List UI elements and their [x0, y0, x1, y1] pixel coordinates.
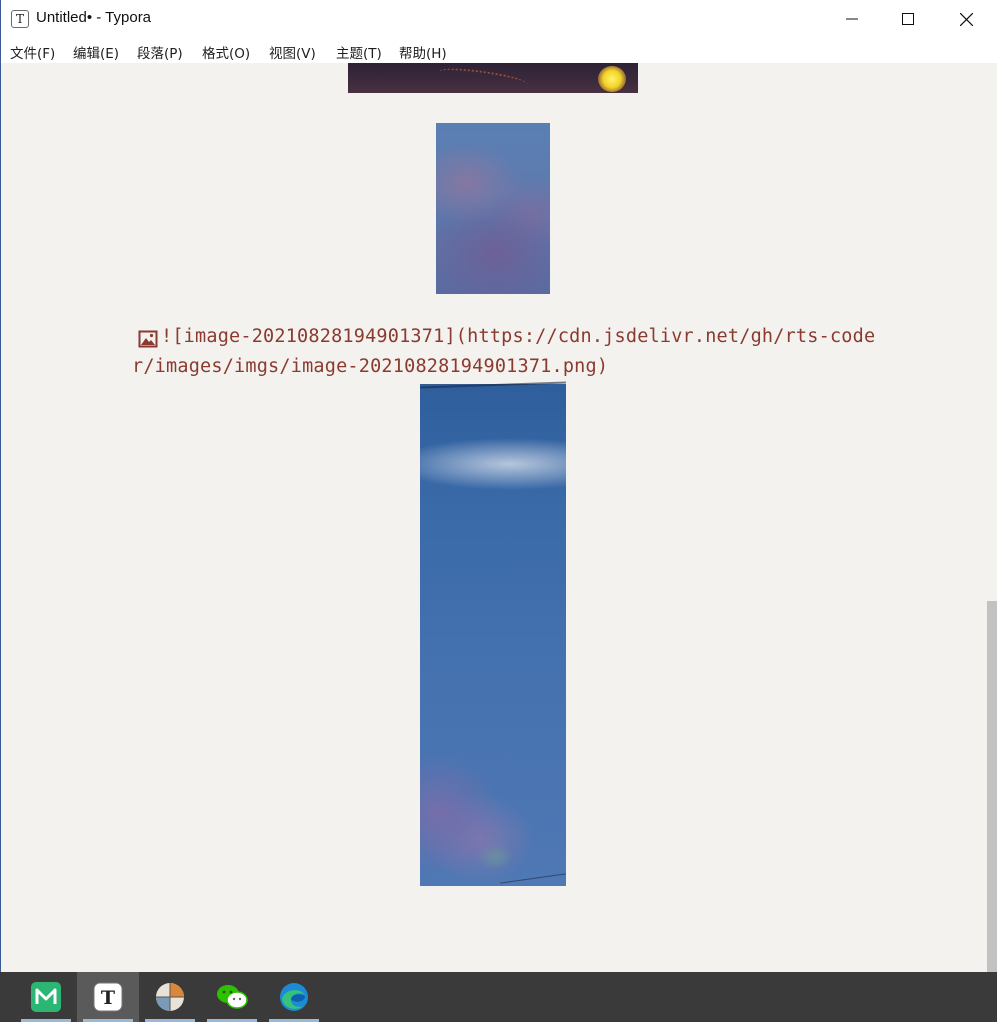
svg-text:T: T: [101, 987, 115, 1009]
menu-file[interactable]: 文件(F): [10, 42, 55, 62]
markdown-image-source-line-2[interactable]: r/images/imgs/image-20210828194901371.pn…: [132, 356, 608, 377]
editor-content[interactable]: ![image-20210828194901371](https://cdn.j…: [1, 63, 986, 972]
typora-window: T Untitled• - Typora 文件(F) 编辑(E) 段落(P) 格…: [0, 0, 997, 972]
maximize-icon: [902, 13, 914, 25]
mindmaster-icon: [31, 982, 61, 1012]
wechat-icon: [217, 985, 248, 1009]
taskbar: T: [0, 972, 997, 1022]
taskbar-wechat[interactable]: [201, 972, 263, 1022]
taskbar-typora[interactable]: T: [77, 972, 139, 1022]
embedded-image-clouds[interactable]: [436, 123, 550, 294]
embedded-image-sunset[interactable]: [348, 63, 638, 93]
window-title: Untitled• - Typora: [36, 9, 152, 26]
embedded-image-sky[interactable]: [420, 381, 566, 886]
title-bar[interactable]: T Untitled• - Typora: [1, 0, 997, 38]
typora-app-icon: T: [11, 10, 29, 28]
taskbar-mindmaster[interactable]: [15, 972, 77, 1022]
menu-format[interactable]: 格式(O): [202, 42, 250, 62]
menu-view[interactable]: 视图(V): [269, 42, 316, 62]
close-button[interactable]: [937, 0, 995, 38]
close-icon: [959, 12, 973, 26]
maximize-button[interactable]: [879, 0, 937, 38]
edge-icon: [280, 983, 308, 1011]
menu-edit[interactable]: 编辑(E): [73, 42, 119, 62]
photo-app-icon: [156, 983, 184, 1011]
menu-paragraph[interactable]: 段落(P): [137, 42, 183, 62]
taskbar-photo-app[interactable]: [139, 972, 201, 1022]
minimize-button[interactable]: [823, 0, 881, 38]
menu-bar: 文件(F) 编辑(E) 段落(P) 格式(O) 视图(V) 主题(T) 帮助(H…: [1, 38, 997, 63]
menu-help[interactable]: 帮助(H): [399, 42, 447, 62]
image-placeholder-icon: [138, 330, 158, 348]
scrollbar-thumb[interactable]: [987, 601, 997, 972]
markdown-image-source-line-1[interactable]: ![image-20210828194901371](https://cdn.j…: [161, 326, 875, 347]
typora-icon: T: [93, 982, 123, 1012]
taskbar-edge[interactable]: [263, 972, 325, 1022]
minimize-icon: [846, 18, 858, 20]
menu-theme[interactable]: 主题(T): [336, 42, 382, 62]
